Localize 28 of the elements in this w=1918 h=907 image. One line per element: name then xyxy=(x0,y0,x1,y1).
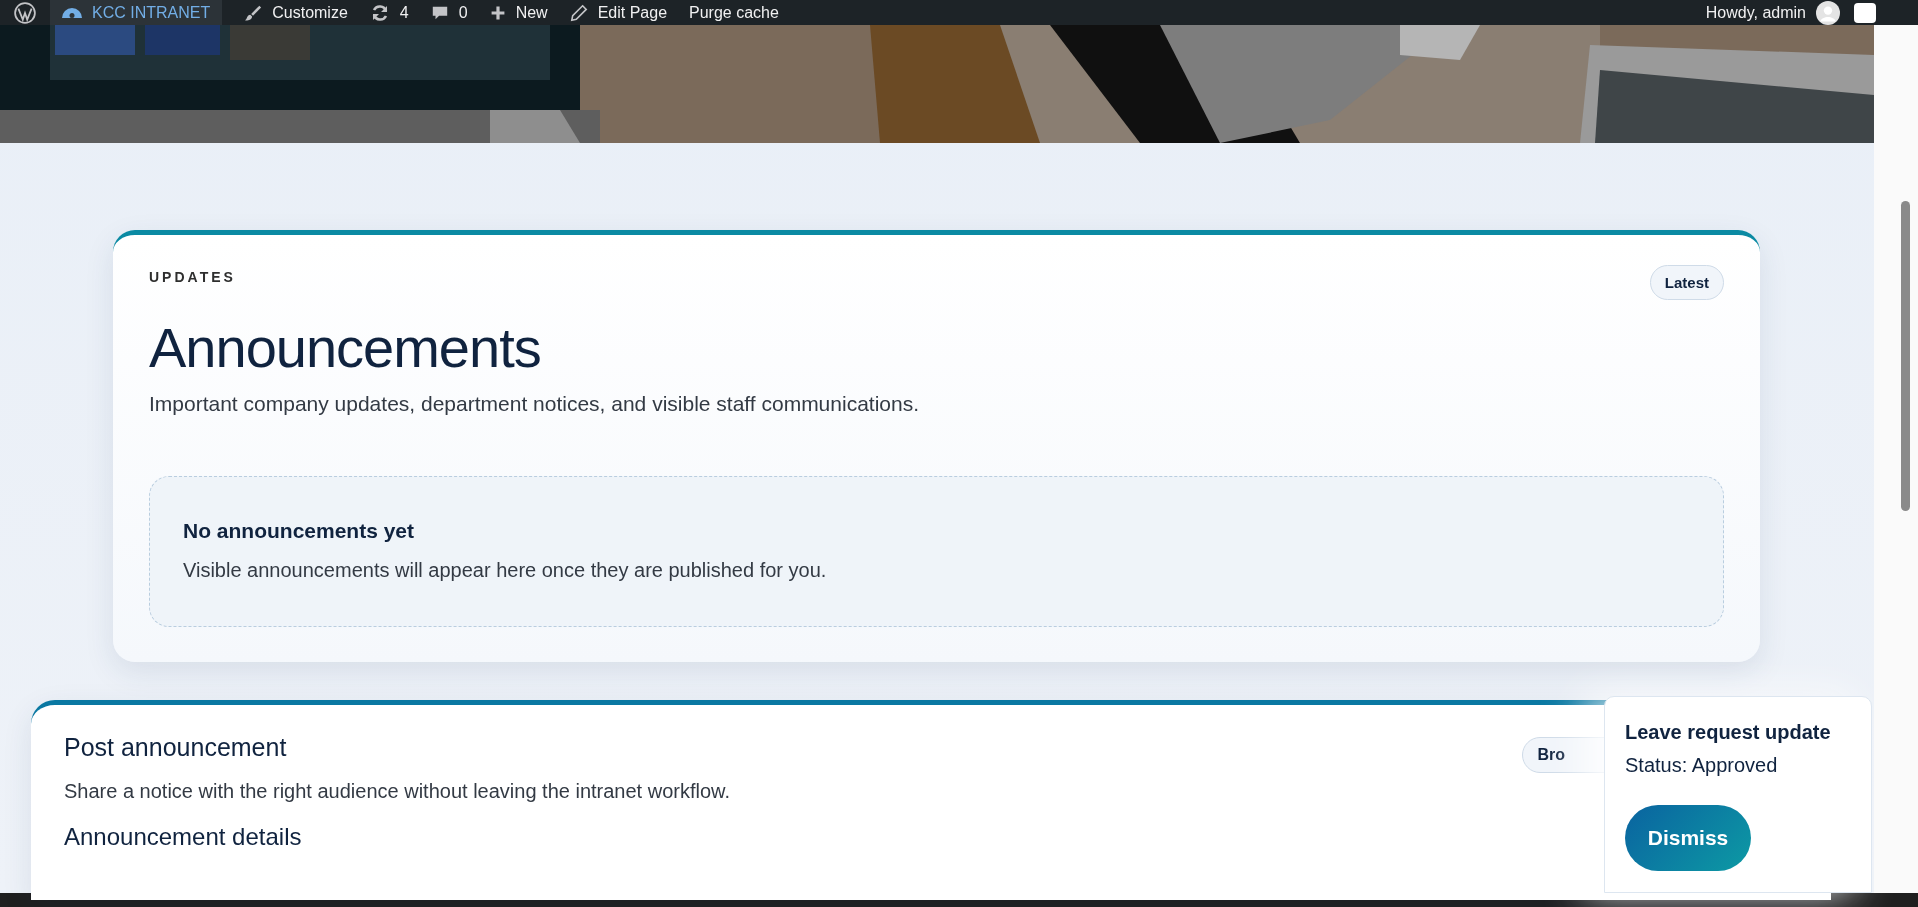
toolbar-item[interactable]: 4 xyxy=(369,2,409,23)
empty-state-text: Visible announcements will appear here once they are published for you. xyxy=(183,559,828,582)
page-title: Announcements xyxy=(149,315,542,380)
toolbar-item[interactable]: Edit Page xyxy=(569,3,668,22)
toast-status: Status: Approved xyxy=(1625,754,1779,777)
latest-pill: Latest xyxy=(1649,265,1724,300)
section-eyebrow: UPDATES xyxy=(149,269,237,285)
brush-icon xyxy=(244,3,263,22)
site-menu-item[interactable]: KCC INTRANET xyxy=(50,0,223,25)
toast-title: Leave request update xyxy=(1625,721,1832,744)
dismiss-button[interactable]: Dismiss xyxy=(1625,805,1751,871)
toolbar-item[interactable]: 0 xyxy=(430,3,468,22)
card-subtitle: Share a notice with the right audience without leaving the intranet workflow. xyxy=(64,780,730,803)
pencil-icon xyxy=(569,3,588,22)
toolbar-item[interactable]: Customize xyxy=(244,3,348,22)
dashboard-icon xyxy=(62,7,82,18)
card-title: Post announcement xyxy=(64,733,288,762)
toolbar-item[interactable]: Purge cache xyxy=(689,3,779,22)
scrollbar[interactable] xyxy=(1874,25,1918,893)
account-menu[interactable]: Howdy, admin xyxy=(1705,0,1840,25)
section-heading: Announcement details xyxy=(64,823,302,851)
toolbar-item[interactable]: New xyxy=(489,3,548,22)
avatar-icon xyxy=(1816,0,1840,25)
wordpress-logo-icon[interactable] xyxy=(14,1,36,24)
empty-state-title: No announcements yet xyxy=(183,519,416,543)
plus-icon xyxy=(489,4,506,21)
toggle-button[interactable] xyxy=(1854,2,1876,23)
card-subtitle: Important company updates, department notices, and visible staff communications. xyxy=(149,392,920,416)
